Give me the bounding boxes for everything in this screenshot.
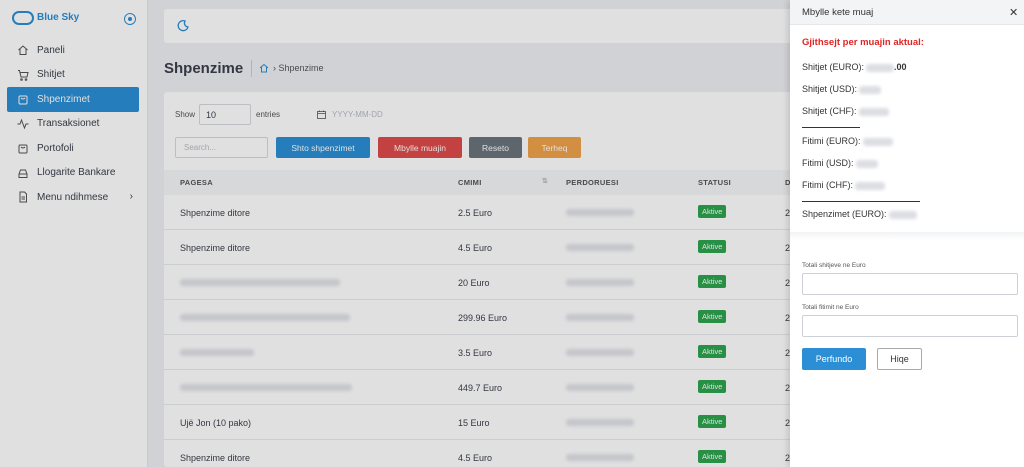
redacted-value (855, 159, 878, 168)
summary-profit-chf: Fitimi (CHF): (802, 180, 885, 190)
redacted-value (862, 137, 893, 146)
summary-profit-euro: Fitimi (EURO): (802, 136, 893, 146)
summary-sales-chf: Shitjet (CHF): (802, 106, 889, 116)
modal-backdrop[interactable] (0, 0, 790, 467)
finish-button[interactable]: Perfundo (802, 348, 866, 370)
redacted-value (859, 85, 882, 94)
close-month-drawer: Mbylle kete muaj ✕ Gjithsejt per muajin … (790, 0, 1024, 467)
section-divider (790, 232, 1024, 240)
drawer-header: Mbylle kete muaj ✕ (790, 0, 1024, 25)
total-sales-label: Totali shitjeve ne Euro (802, 262, 866, 269)
close-icon[interactable]: ✕ (1009, 6, 1018, 19)
summary-sales-euro: Shitjet (EURO): .00 (802, 62, 907, 72)
summary-label: Shitjet (CHF): (802, 106, 857, 116)
summary-suffix: .00 (894, 62, 907, 72)
total-profit-input[interactable] (802, 315, 1018, 337)
cancel-button[interactable]: Hiqe (877, 348, 922, 370)
summary-divider (802, 127, 860, 128)
drawer-title: Mbylle kete muaj (802, 7, 874, 18)
summary-label: Fitimi (CHF): (802, 180, 853, 190)
redacted-value (888, 210, 917, 219)
summary-divider (802, 201, 920, 202)
summary-expenses-euro: Shpenzimet (EURO): (802, 209, 917, 219)
summary-label: Fitimi (EURO): (802, 136, 861, 146)
total-profit-label: Totali fitimit ne Euro (802, 304, 859, 311)
summary-sales-usd: Shitjet (USD): (802, 84, 882, 94)
total-sales-input[interactable] (802, 273, 1018, 295)
redacted-value (858, 107, 889, 116)
summary-label: Shitjet (EURO): (802, 62, 865, 72)
summary-label: Shitjet (USD): (802, 84, 858, 94)
summary-label: Shpenzimet (EURO): (802, 209, 887, 219)
summary-title: Gjithsejt per muajin aktual: (802, 37, 924, 48)
redacted-value (855, 181, 885, 190)
summary-label: Fitimi (USD): (802, 158, 854, 168)
redacted-value (866, 63, 895, 72)
summary-profit-usd: Fitimi (USD): (802, 158, 878, 168)
